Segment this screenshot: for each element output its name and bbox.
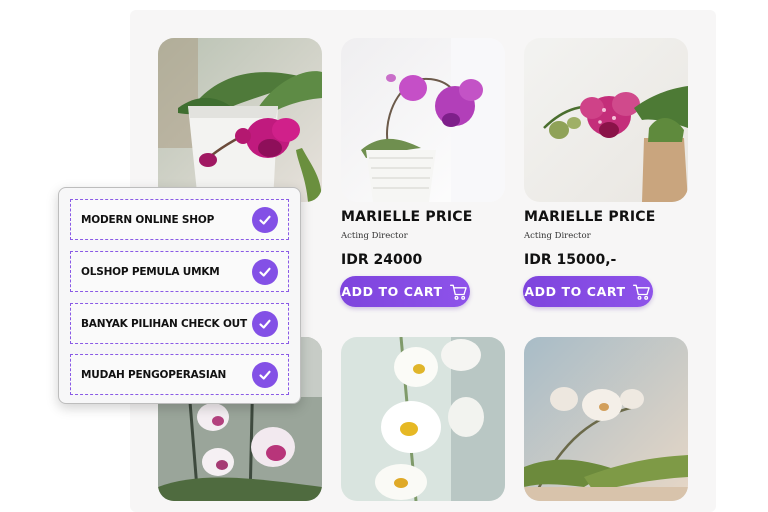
product-price: IDR 24000 [341,252,423,268]
shopping-cart-icon [632,284,650,300]
check-circle-icon [252,258,278,285]
product-name: MARIELLE PRICE [524,209,656,225]
product-image-white-orchid-closeup[interactable] [341,337,505,501]
feature-item: OLSHOP PEMULA UMKM [70,251,289,292]
add-to-cart-label: ADD TO CART [341,284,443,299]
features-callout: MODERN ONLINE SHOP OLSHOP PEMULA UMKM BA… [58,187,301,404]
product-image-purple-orchid[interactable] [341,38,505,202]
add-to-cart-label: ADD TO CART [524,284,626,299]
add-to-cart-button[interactable]: ADD TO CART [340,276,470,307]
page: MARIELLE PRICE Acting Director IDR 24000… [0,0,768,512]
feature-label: OLSHOP PEMULA UMKM [81,265,220,278]
product-name: MARIELLE PRICE [341,209,473,225]
product-price: IDR 15000,- [524,252,617,268]
feature-item: MODERN ONLINE SHOP [70,199,289,240]
product-image-white-orchid-window[interactable] [524,337,688,501]
product-role: Acting Director [341,231,408,241]
feature-label: MUDAH PENGOPERASIAN [81,368,227,381]
add-to-cart-button[interactable]: ADD TO CART [523,276,653,307]
check-circle-icon [252,310,278,337]
check-circle-icon [252,361,278,388]
product-image-pink-spotted-orchid[interactable] [524,38,688,202]
feature-label: BANYAK PILIHAN CHECK OUT [81,317,247,330]
feature-item: BANYAK PILIHAN CHECK OUT [70,303,289,344]
product-image-magenta-orchid-pot[interactable] [158,38,322,202]
feature-label: MODERN ONLINE SHOP [81,213,215,226]
check-circle-icon [252,206,278,233]
shopping-cart-icon [449,284,467,300]
feature-item: MUDAH PENGOPERASIAN [70,354,289,395]
product-role: Acting Director [524,231,591,241]
